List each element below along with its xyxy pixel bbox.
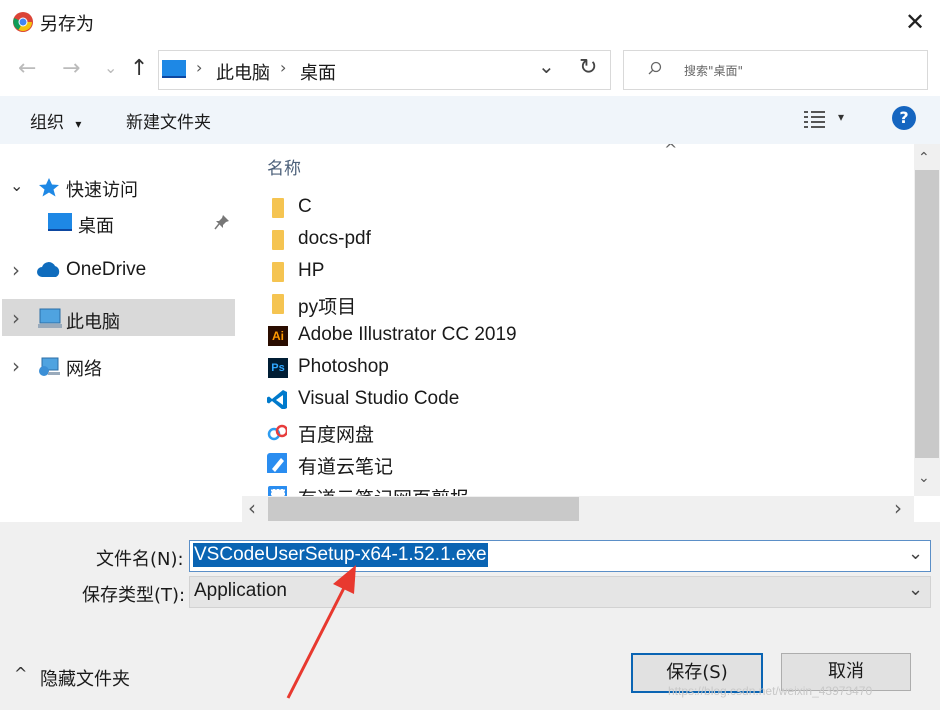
sidebar-item-this-pc[interactable]: 此电脑 [66, 308, 120, 334]
list-item[interactable]: 百度网盘 [242, 416, 914, 448]
network-icon [39, 357, 60, 376]
horizontal-scroll-thumb[interactable] [268, 497, 579, 521]
address-dropdown-button[interactable]: ⌄ [538, 54, 555, 78]
onedrive-expand-icon[interactable]: › [12, 258, 20, 282]
quick-access-expand-icon[interactable]: ⌄ [10, 176, 23, 195]
youdao-note-icon [267, 453, 287, 473]
computer-icon [38, 308, 62, 328]
refresh-icon: ↻ [579, 55, 598, 80]
vscode-icon [267, 390, 287, 409]
list-item[interactable]: 有道云笔记 [242, 448, 914, 480]
forward-button[interactable]: → [62, 56, 80, 81]
file-name: Photoshop [298, 356, 389, 377]
recent-locations-button[interactable]: ⌄ [104, 58, 117, 77]
list-item[interactable]: py项目 [242, 288, 914, 320]
new-folder-button[interactable]: 新建文件夹 [126, 108, 211, 133]
filename-label: 文件名(N): [96, 549, 184, 570]
file-name: C [298, 196, 312, 217]
file-name: docs-pdf [298, 228, 371, 249]
breadcrumb-separator: › [196, 58, 203, 77]
up-button[interactable]: ↑ [130, 56, 148, 81]
organize-caret-icon: ▾ [75, 117, 82, 131]
file-name: 有道云笔记网页剪报 [298, 484, 469, 496]
search-input[interactable] [623, 50, 928, 90]
title-bar [0, 0, 940, 44]
search-placeholder: 搜索"桌面" [684, 64, 744, 78]
folder-icon [272, 262, 284, 282]
photoshop-icon: Ps [268, 358, 288, 378]
list-item[interactable]: Ai Adobe Illustrator CC 2019 [242, 320, 914, 352]
filetype-value: Application [194, 580, 287, 601]
sidebar-item-onedrive[interactable]: OneDrive [66, 259, 146, 281]
sidebar-item-quick-access[interactable]: 快速访问 [66, 176, 138, 202]
list-item[interactable]: C [242, 192, 914, 224]
folder-icon [272, 230, 284, 250]
help-button[interactable]: ? [892, 106, 916, 130]
list-item[interactable]: Ps Photoshop [242, 352, 914, 384]
vertical-scroll-thumb[interactable] [915, 170, 939, 458]
file-name: Adobe Illustrator CC 2019 [298, 324, 517, 345]
illustrator-icon: Ai [268, 326, 288, 346]
file-name: 有道云笔记 [298, 457, 394, 478]
file-name: py项目 [298, 297, 357, 318]
filetype-dropdown-button[interactable]: ⌄ [908, 579, 923, 600]
back-button[interactable]: ← [18, 56, 36, 81]
cloud-icon [37, 262, 60, 277]
file-name: Visual Studio Code [298, 388, 460, 409]
pin-icon [214, 215, 229, 230]
organize-button[interactable]: 组织 ▾ [30, 108, 81, 133]
file-list: 名称 ^ C docs-pdf HP py项目 Ai Adobe Illustr… [242, 144, 914, 496]
view-details-icon[interactable] [804, 110, 826, 128]
filetype-label: 保存类型(T): [82, 585, 186, 606]
chrome-icon [13, 12, 33, 32]
close-button[interactable]: ✕ [898, 6, 932, 38]
column-header-name[interactable]: 名称 [267, 154, 301, 179]
folder-icon [272, 198, 284, 218]
filetype-select[interactable] [189, 576, 931, 608]
scroll-down-button[interactable]: ⌄ [918, 470, 930, 486]
list-item[interactable]: HP [242, 256, 914, 288]
sidebar-item-network[interactable]: 网络 [66, 355, 102, 381]
filename-value[interactable]: VSCodeUserSetup-x64-1.52.1.exe [193, 543, 488, 567]
organize-label: 组织 [30, 113, 64, 133]
sort-indicator-icon: ^ [664, 144, 678, 159]
list-item[interactable]: Visual Studio Code [242, 384, 914, 416]
hide-folders-button[interactable]: 隐藏文件夹 [40, 665, 130, 691]
baidu-netdisk-icon [267, 424, 287, 441]
hide-folders-caret-icon: ^ [14, 664, 28, 683]
network-expand-icon[interactable]: › [12, 354, 20, 378]
window-title: 另存为 [40, 14, 94, 35]
breadcrumb-separator: › [280, 58, 287, 77]
desktop-icon [48, 213, 72, 231]
breadcrumb-item-this-pc[interactable]: 此电脑 [216, 59, 270, 85]
breadcrumb-item-desktop[interactable]: 桌面 [300, 59, 336, 85]
folder-icon [272, 294, 284, 314]
this-pc-expand-icon[interactable]: › [12, 306, 20, 330]
scroll-right-button[interactable]: › [894, 496, 902, 520]
scroll-left-button[interactable]: ‹ [248, 496, 256, 520]
list-item[interactable]: docs-pdf [242, 224, 914, 256]
desktop-icon [162, 60, 186, 78]
file-name: HP [298, 260, 325, 281]
watermark: https://blog.csdn.net/weixin_43973470 [668, 684, 873, 698]
filename-dropdown-button[interactable]: ⌄ [908, 543, 923, 564]
search-icon [648, 61, 662, 75]
view-options-button[interactable]: ▾ [838, 110, 844, 124]
star-icon [39, 178, 59, 197]
scroll-up-button[interactable]: ⌃ [918, 150, 930, 166]
youdao-clipper-icon [268, 486, 287, 496]
sidebar-item-desktop[interactable]: 桌面 [78, 212, 114, 238]
file-name: 百度网盘 [298, 425, 375, 446]
list-item[interactable]: 有道云笔记网页剪报 [242, 480, 914, 496]
